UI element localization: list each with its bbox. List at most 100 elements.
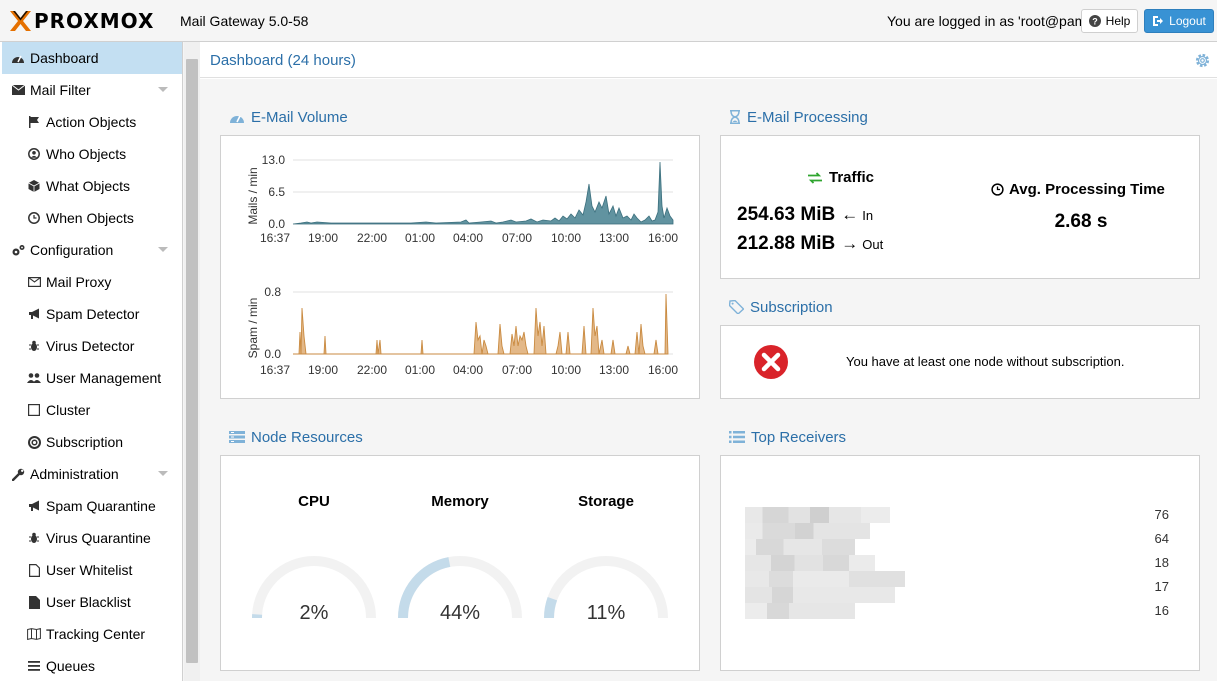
resource-gauges [252,556,668,619]
error-circle-icon [754,345,788,379]
sidebar-item-user-management[interactable]: User Management [2,362,182,394]
x-tick: 16:00 [648,363,678,377]
logout-button[interactable]: Logout [1144,9,1214,33]
node-resources-body: CPU Memory Storage 2% 44% 11% [220,455,700,671]
question-circle-icon: ? [1088,15,1101,27]
chevron-down-icon[interactable] [158,247,168,252]
memory-gauge-value: 44% [439,602,481,624]
x-tick: 10:00 [551,231,581,245]
mail-tick: 0.0 [268,217,285,231]
bullhorn-icon [26,500,42,512]
traffic-out-label: Out [862,237,884,252]
mail-tick: 6.5 [268,185,285,199]
x-tick: 04:00 [453,363,483,377]
mail-tick: 13.0 [262,153,286,167]
list-icon [729,431,745,443]
sidebar-item-spam-quarantine[interactable]: Spam Quarantine [2,490,182,522]
sidebar-item-subscription[interactable]: Subscription [2,426,182,458]
sidebar-item-queues[interactable]: Queues [2,650,182,681]
top-receivers-panel: Top Receivers 76 64 18 17 16 [720,419,1200,671]
scrollbar-thumb[interactable] [186,59,198,663]
file-dark-icon [26,595,42,609]
dashboard-icon [230,115,244,123]
traffic-in-value: 254.63 MiB [737,204,836,225]
x-tick: 13:00 [599,363,629,377]
sidebar-item-tracking-center[interactable]: Tracking Center [2,618,182,650]
spam-series-area [293,293,669,355]
sidebar-item-spam-detector[interactable]: Spam Detector [2,298,182,330]
chevron-down-icon[interactable] [158,471,168,476]
server-icon [26,404,42,416]
cube-icon [26,180,42,192]
subscription-body: You have at least one node without subsc… [720,325,1200,399]
spam-ylabel: Spam / min [246,298,260,359]
sidebar-item-what-objects[interactable]: What Objects [2,170,182,202]
help-button[interactable]: ? Help [1081,9,1138,33]
x-tick: 01:00 [405,363,435,377]
gear-icon[interactable] [1194,52,1211,69]
main-panel: Dashboard (24 hours) E-Mail Volume Mails… [200,42,1217,681]
avg-time-heading: Avg. Processing Time [991,181,1165,198]
receiver-count: 64 [1154,531,1169,546]
svg-text:?: ? [1092,17,1098,27]
sidebar-item-action-objects[interactable]: Action Objects [2,106,182,138]
top-receivers-title: Top Receivers [751,428,847,446]
x-tick: 01:00 [405,231,435,245]
mail-series-area [292,161,674,225]
version-label: Mail Gateway 5.0-58 [180,13,309,29]
sidebar-item-administration[interactable]: Administration [2,458,182,490]
sidebar-item-user-blacklist[interactable]: User Blacklist [2,586,182,618]
x-tick: 16:37 [260,231,290,245]
chevron-down-icon[interactable] [158,87,168,92]
envelope-icon [10,85,26,95]
traffic-heading: Traffic [807,169,874,186]
help-label: Help [1105,14,1131,28]
wrench-icon [10,468,26,481]
sidebar-item-mail-proxy[interactable]: Mail Proxy [2,266,182,298]
receiver-address-blurred [745,523,870,539]
sidebar-scrollbar[interactable] [184,42,200,681]
sidebar-item-virus-quarantine[interactable]: Virus Quarantine [2,522,182,554]
sidebar-item-cluster[interactable]: Cluster [2,394,182,426]
x-tick: 16:00 [648,231,678,245]
x-tick: 04:00 [453,231,483,245]
clock-icon [26,212,42,224]
receiver-address-blurred [745,571,905,587]
arrow-left-icon: ← [841,205,859,224]
sidebar-item-dashboard[interactable]: Dashboard [2,42,182,74]
sidebar-item-who-objects[interactable]: Who Objects [2,138,182,170]
x-tick: 19:00 [308,363,338,377]
receiver-address-blurred [745,587,895,603]
node-resources-header: Node Resources [220,419,700,455]
traffic-out-row: 212.88 MiB → Out [737,233,883,255]
email-processing-panel: E-Mail Processing Traffic 254.63 MiB ← I… [720,99,1200,279]
traffic-label: Traffic [829,169,875,186]
sign-out-icon [1153,16,1164,26]
receiver-count: 76 [1154,507,1169,522]
node-resources-title: Node Resources [251,428,363,446]
email-processing-header: E-Mail Processing [720,99,1200,135]
cpu-gauge-value: 2% [299,602,329,624]
flag-icon [26,116,42,128]
avg-time-label: Avg. Processing Time [1009,181,1165,198]
header: PROXMOX Mail Gateway 5.0-58 You are logg… [0,0,1217,42]
email-processing-title: E-Mail Processing [747,108,868,126]
tasks-icon [229,431,245,443]
envelope-outline-icon [26,277,42,287]
spam-tick: 0.0 [264,347,281,361]
sidebar-item-user-whitelist[interactable]: User Whitelist [2,554,182,586]
avg-time-value: 2.68 s [1054,211,1108,232]
support-icon [26,435,42,449]
sidebar-item-mail-filter[interactable]: Mail Filter [2,74,182,106]
top-receivers-header: Top Receivers [720,419,1200,455]
proxmox-logo: PROXMOX [8,8,154,34]
storage-gauge-value: 11% [586,602,626,624]
sidebar-item-when-objects[interactable]: When Objects [2,202,182,234]
traffic-out-value: 212.88 MiB [737,233,836,254]
x-tick: 07:00 [502,363,532,377]
sidebar-item-virus-detector[interactable]: Virus Detector [2,330,182,362]
receiver-address-blurred [745,603,855,619]
x-tick: 22:00 [357,231,387,245]
sidebar-item-configuration[interactable]: Configuration [2,234,182,266]
traffic-in-label: In [862,208,874,223]
